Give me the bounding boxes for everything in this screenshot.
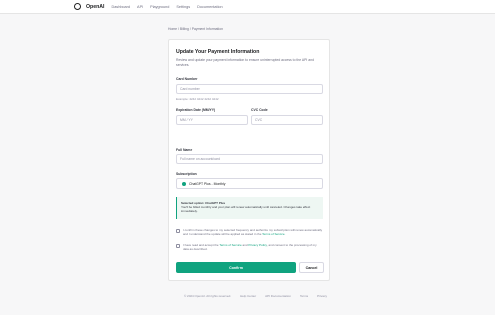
subscription-option[interactable]: ChatGPT Plus - Monthly — [176, 178, 323, 189]
card-number-input[interactable]: Card number — [176, 84, 323, 94]
nav-item-dashboard[interactable]: Dashboard — [111, 5, 130, 9]
accept-terms-and: and — [242, 243, 248, 247]
top-navigation-bar: OpenAI Dashboard API Playground Settings… — [0, 0, 495, 14]
note-body: You'll be billed monthly and your plan w… — [181, 205, 311, 213]
footer-link-privacy[interactable]: Privacy — [317, 294, 327, 298]
confirm-button[interactable]: Confirm — [176, 262, 296, 273]
footer-copyright: © 2024 OpenAI. All rights reserved. — [184, 294, 232, 298]
confirm-changes-checkbox[interactable] — [176, 228, 180, 233]
footer-link-help[interactable]: Help Center — [240, 294, 256, 298]
footer: © 2024 OpenAI. All rights reserved. Help… — [184, 294, 336, 298]
subscription-label: Subscription — [176, 172, 197, 176]
confirm-changes-row: I confirm these changes to my selected f… — [176, 228, 323, 236]
nav-item-playground[interactable]: Playground — [150, 5, 169, 9]
payment-form-card: Update Your Payment Information Review a… — [168, 39, 330, 281]
nav-item-settings[interactable]: Settings — [176, 5, 190, 9]
expiration-input[interactable]: MM / YY — [176, 115, 248, 125]
full-name-input[interactable]: Full name on account/card — [176, 154, 323, 164]
full-name-label: Full Name — [176, 148, 193, 152]
footer-link-api-docs[interactable]: API Documentation — [265, 294, 291, 298]
cvc-input[interactable]: CVC — [251, 115, 323, 125]
brand-name[interactable]: OpenAI — [86, 4, 104, 10]
privacy-policy-link[interactable]: Privacy Policy — [248, 243, 266, 247]
accept-terms-row: I have read and accept the Terms of Serv… — [176, 243, 323, 251]
form-description: Review and update your payment informati… — [176, 58, 314, 67]
cvc-label: CVC Code — [251, 108, 268, 112]
expiration-label: Expiration Date (MM/YY) — [176, 108, 216, 112]
accept-terms-text-wrap: I have read and accept the Terms of Serv… — [183, 243, 323, 251]
accept-terms-checkbox[interactable] — [176, 243, 180, 248]
nav-item-documentation[interactable]: Documentation — [197, 5, 223, 9]
subscription-value: ChatGPT Plus - Monthly — [189, 181, 226, 186]
radio-selected-icon[interactable] — [182, 181, 186, 186]
selected-option-note: Selected option: ChatGPT Plus You'll be … — [176, 197, 323, 219]
confirm-changes-text-wrap: I confirm these changes to my selected f… — [183, 228, 323, 236]
footer-link-terms[interactable]: Terms — [300, 294, 308, 298]
cancel-button[interactable]: Cancel — [299, 262, 324, 273]
terms-link[interactable]: Terms of Service — [262, 232, 284, 236]
form-title: Update Your Payment Information — [176, 49, 260, 55]
card-number-label: Card Number — [176, 77, 198, 81]
openai-logo-icon[interactable] — [74, 3, 81, 10]
breadcrumb[interactable]: Home / Billing / Payment Information — [168, 27, 223, 31]
card-number-hint: Example: 4242 4242 4242 4242 — [176, 97, 219, 101]
terms-of-service-link[interactable]: Terms of Service — [219, 243, 241, 247]
confirm-changes-text: I confirm these changes to my selected f… — [183, 228, 323, 236]
nav-item-api[interactable]: API — [137, 5, 143, 9]
